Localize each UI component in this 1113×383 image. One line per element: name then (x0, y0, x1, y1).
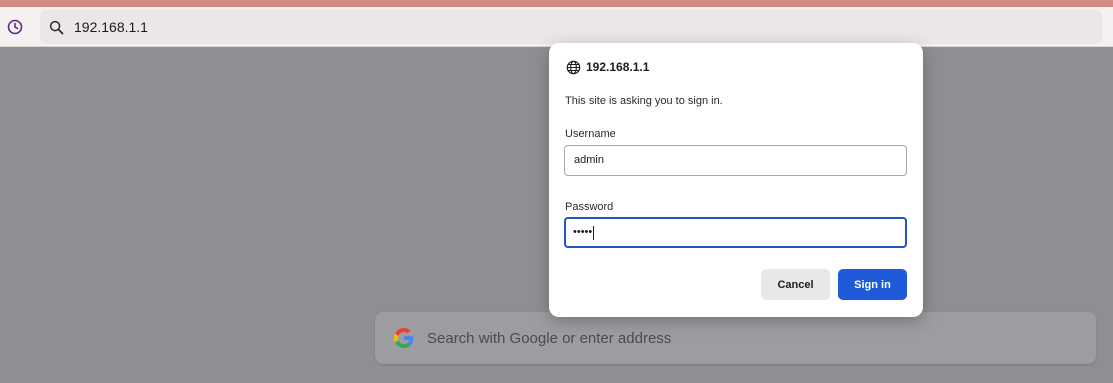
username-field[interactable]: admin (564, 145, 907, 176)
password-field[interactable]: ••••• (564, 217, 907, 248)
text-caret (593, 225, 595, 240)
sign-in-button[interactable]: Sign in (838, 269, 907, 300)
dialog-header: 192.168.1.1 (565, 59, 649, 75)
history-button[interactable] (5, 17, 25, 37)
auth-dialog: 192.168.1.1 This site is asking you to s… (549, 43, 923, 317)
new-tab-search-box[interactable]: Search with Google or enter address (375, 312, 1096, 364)
clock-icon (7, 19, 23, 35)
username-label: Username (565, 128, 616, 140)
globe-icon (565, 59, 581, 75)
password-label: Password (565, 201, 614, 213)
window-top-strip (0, 0, 1113, 7)
password-value: ••••• (573, 226, 593, 238)
url-field[interactable]: 192.168.1.1 (40, 10, 1102, 44)
search-icon (48, 19, 64, 35)
search-placeholder: Search with Google or enter address (427, 329, 672, 347)
url-text: 192.168.1.1 (74, 19, 148, 35)
google-icon (393, 327, 415, 349)
dialog-message: This site is asking you to sign in. (565, 95, 723, 107)
dialog-host: 192.168.1.1 (586, 60, 650, 74)
address-bar: 192.168.1.1 (0, 7, 1113, 47)
cancel-button[interactable]: Cancel (761, 269, 830, 300)
